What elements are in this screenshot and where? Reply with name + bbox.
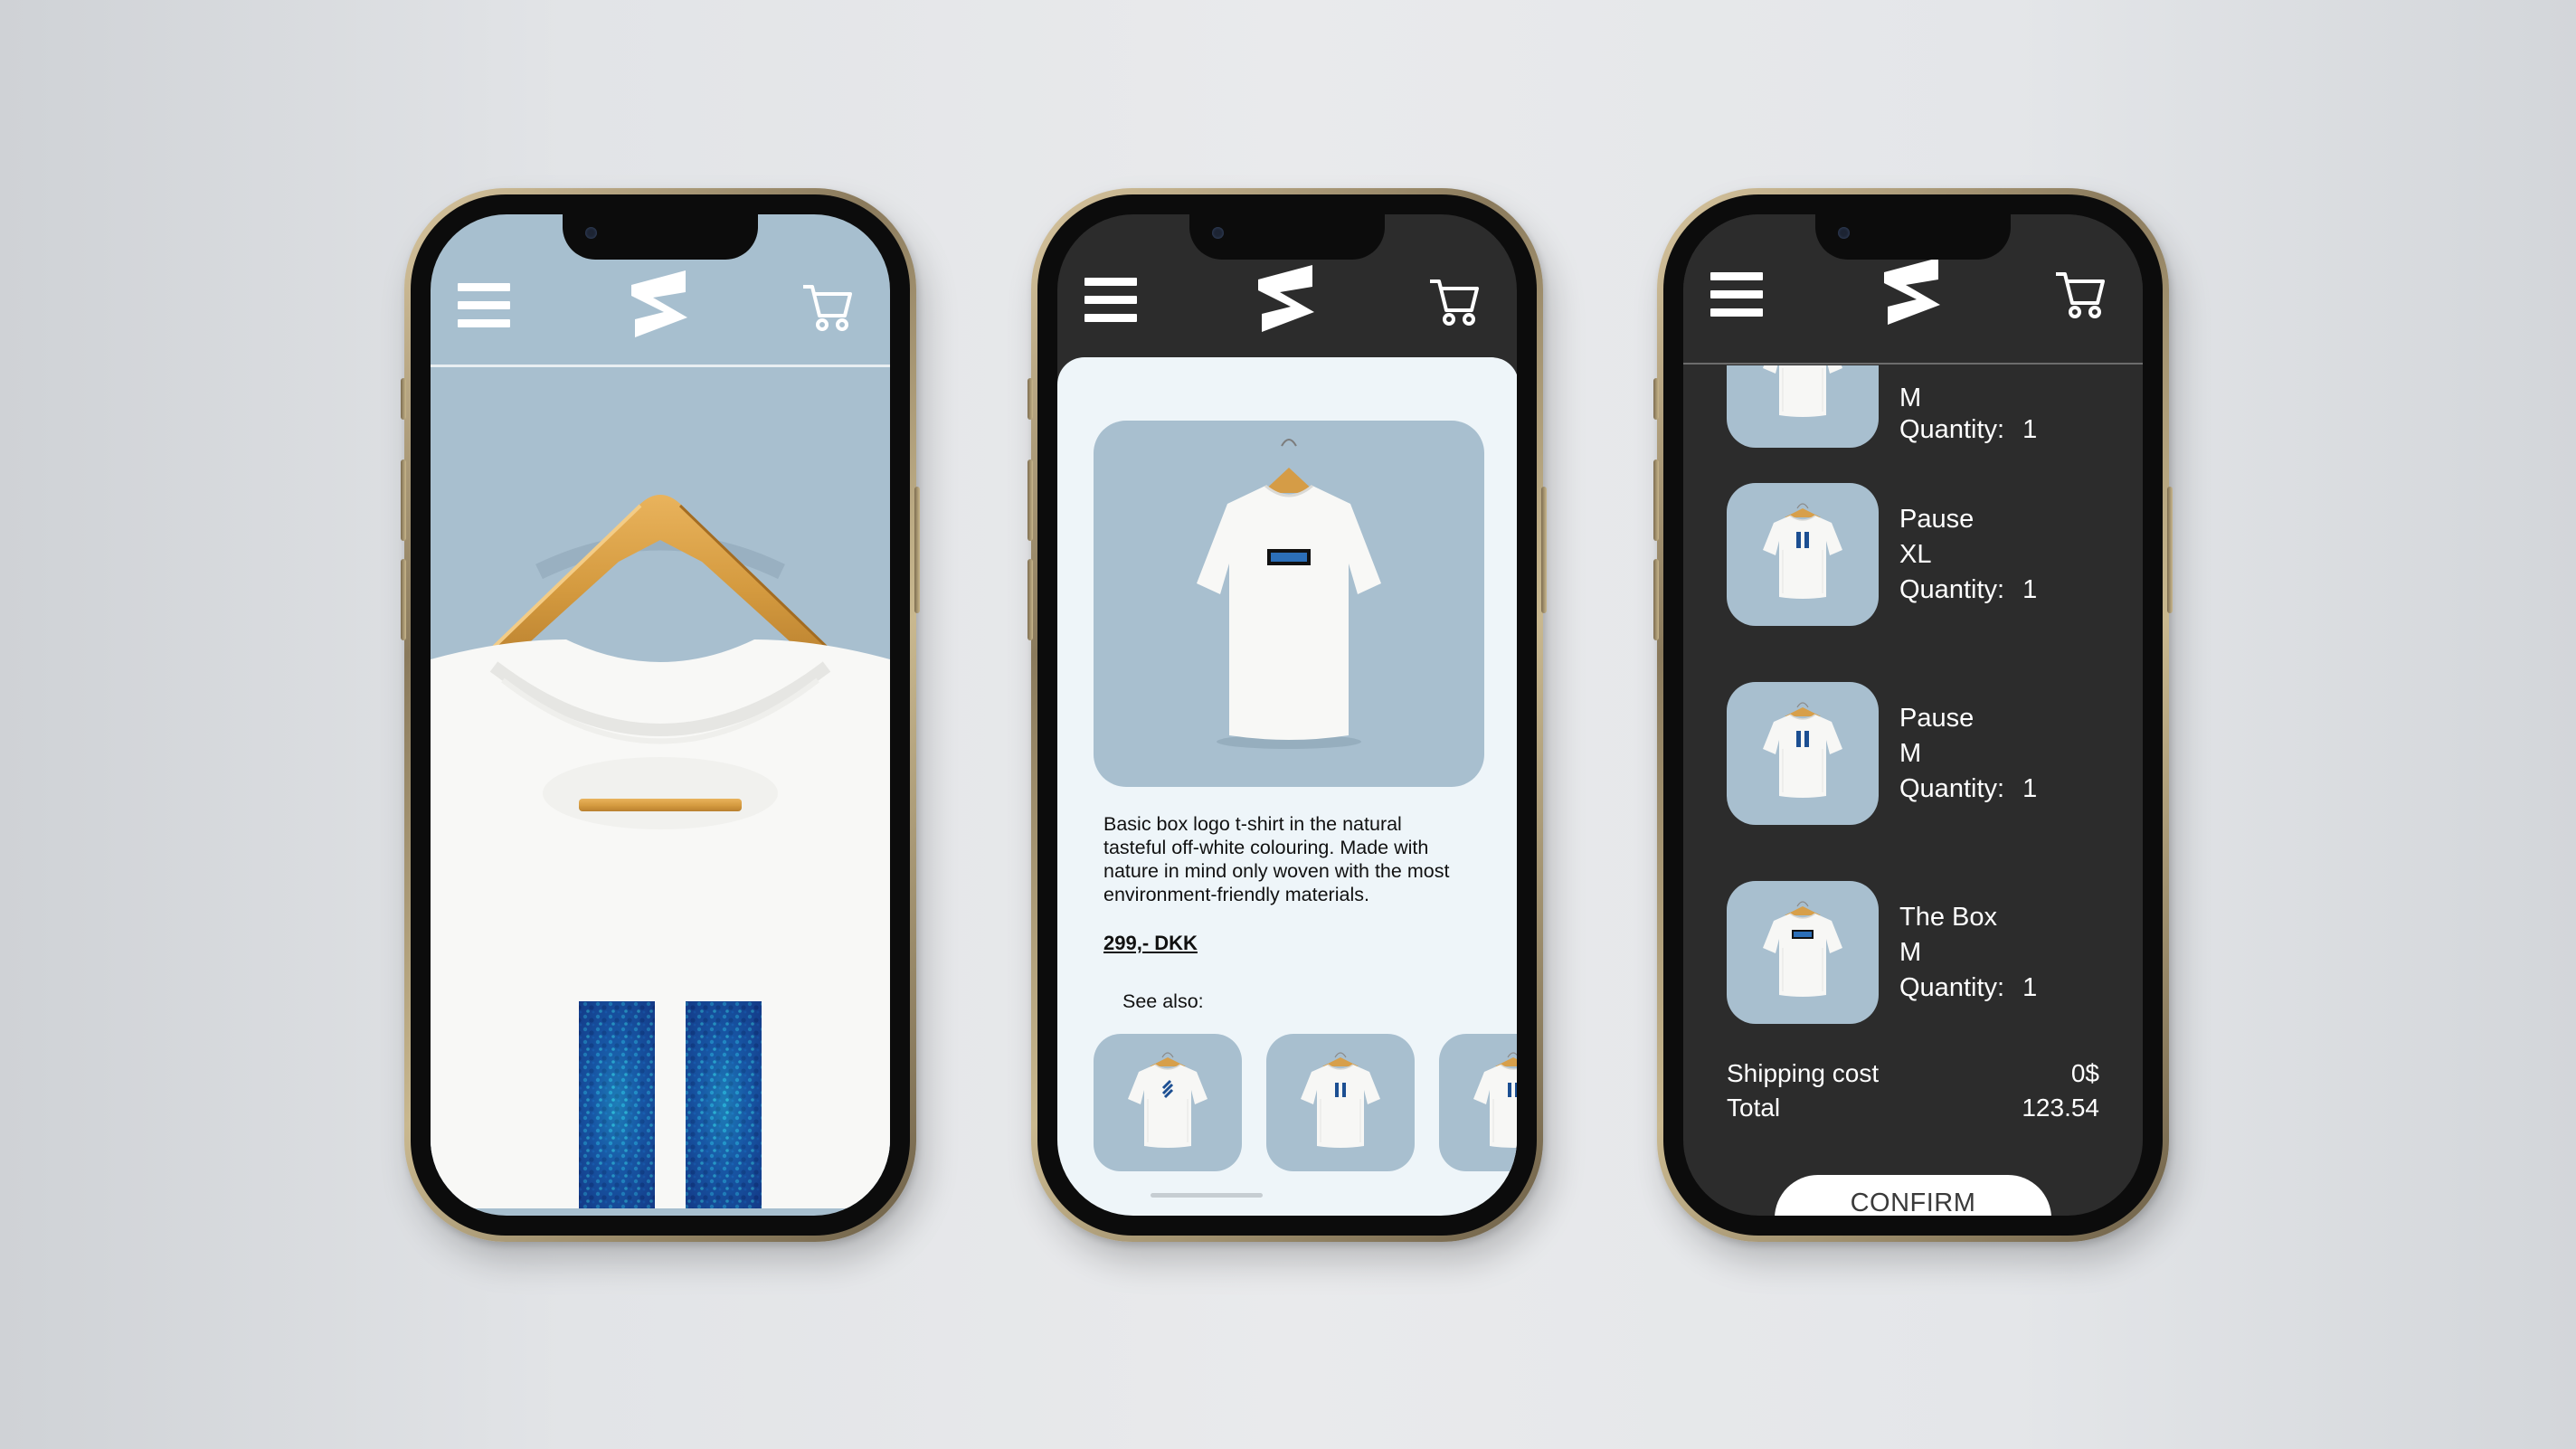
quantity-value: 1 xyxy=(2022,415,2038,444)
cart-item-quantity: Quantity: 1 xyxy=(1899,575,2037,605)
product-detail-card: Basic box logo t-shirt in the natural ta… xyxy=(1057,357,1517,1216)
shopping-cart-icon[interactable] xyxy=(800,278,856,334)
quantity-value: 1 xyxy=(2022,575,2038,604)
total-row: Total 123.54 xyxy=(1727,1094,2099,1128)
shipping-row: Shipping cost 0$ xyxy=(1727,1059,2099,1094)
shopping-cart-icon[interactable] xyxy=(2052,265,2108,321)
cart-item-name: Pause xyxy=(1899,704,1975,733)
phone-cart: M Quantity: 1 Pause XL Quantity: 1 Pause… xyxy=(1653,188,2173,1242)
s-logo-icon[interactable] xyxy=(1249,260,1325,336)
cart-item-quantity: Quantity: 1 xyxy=(1899,973,2037,1003)
hamburger-menu-icon[interactable] xyxy=(1084,278,1137,323)
cart-item[interactable]: Pause M Quantity: 1 xyxy=(1727,682,2116,827)
header-divider xyxy=(1683,363,2143,365)
see-also-item[interactable] xyxy=(1439,1034,1517,1171)
hamburger-menu-icon[interactable] xyxy=(458,283,510,328)
hamburger-menu-icon[interactable] xyxy=(1710,272,1763,317)
see-also-item[interactable] xyxy=(1094,1034,1242,1171)
s-logo-icon[interactable] xyxy=(622,265,698,341)
phone-product-detail: Basic box logo t-shirt in the natural ta… xyxy=(1028,188,1547,1242)
order-summary: Shipping cost 0$ Total 123.54 xyxy=(1727,1059,2099,1128)
see-also-label: See also: xyxy=(1122,990,1204,1012)
scroll-indicator[interactable] xyxy=(1151,1193,1263,1198)
shipping-label: Shipping cost xyxy=(1727,1059,1880,1087)
quantity-value: 1 xyxy=(2022,973,2038,1002)
see-also-item[interactable] xyxy=(1266,1034,1415,1171)
product-screen: Basic box logo t-shirt in the natural ta… xyxy=(1057,214,1517,1216)
hero-screen xyxy=(431,214,890,1216)
s-logo-icon[interactable] xyxy=(1875,252,1951,328)
quantity-label: Quantity: xyxy=(1899,415,2005,444)
product-price: 299,- DKK xyxy=(1103,932,1198,954)
shopping-cart-icon[interactable] xyxy=(1426,272,1482,328)
cart-item-size: M xyxy=(1899,938,1922,967)
hero-product-image xyxy=(431,368,890,1208)
quantity-value: 1 xyxy=(2022,774,2038,803)
cart-item-quantity: Quantity: 1 xyxy=(1899,774,2037,804)
cart-item-size: M xyxy=(1899,739,1922,768)
cart-screen: M Quantity: 1 Pause XL Quantity: 1 Pause… xyxy=(1683,214,2143,1216)
cart-item-size: XL xyxy=(1899,540,1932,569)
product-description: Basic box logo t-shirt in the natural ta… xyxy=(1103,813,1450,905)
confirm-button[interactable]: CONFIRM xyxy=(1775,1175,2051,1216)
total-label: Total xyxy=(1727,1094,1781,1122)
cart-item-quantity: Quantity: 1 xyxy=(1899,415,2037,445)
cart-item-thumbnail xyxy=(1727,483,1879,626)
product-main-image xyxy=(1094,421,1484,787)
quantity-label: Quantity: xyxy=(1899,575,2005,604)
quantity-label: Quantity: xyxy=(1899,973,2005,1002)
total-value: 123.54 xyxy=(2022,1094,2099,1122)
cart-item-thumbnail xyxy=(1727,881,1879,1024)
shipping-value: 0$ xyxy=(2070,1059,2099,1087)
cart-item[interactable]: Pause XL Quantity: 1 xyxy=(1727,483,2116,628)
phone-hero xyxy=(401,188,920,1242)
quantity-label: Quantity: xyxy=(1899,774,2005,803)
cart-item-name: The Box xyxy=(1899,903,1997,932)
cart-item-thumbnail xyxy=(1727,682,1879,825)
cart-item[interactable]: The Box M Quantity: 1 xyxy=(1727,881,2116,1026)
header-divider xyxy=(431,365,890,367)
cart-item-name: Pause xyxy=(1899,505,1975,534)
cart-item-size: M xyxy=(1899,384,1922,412)
